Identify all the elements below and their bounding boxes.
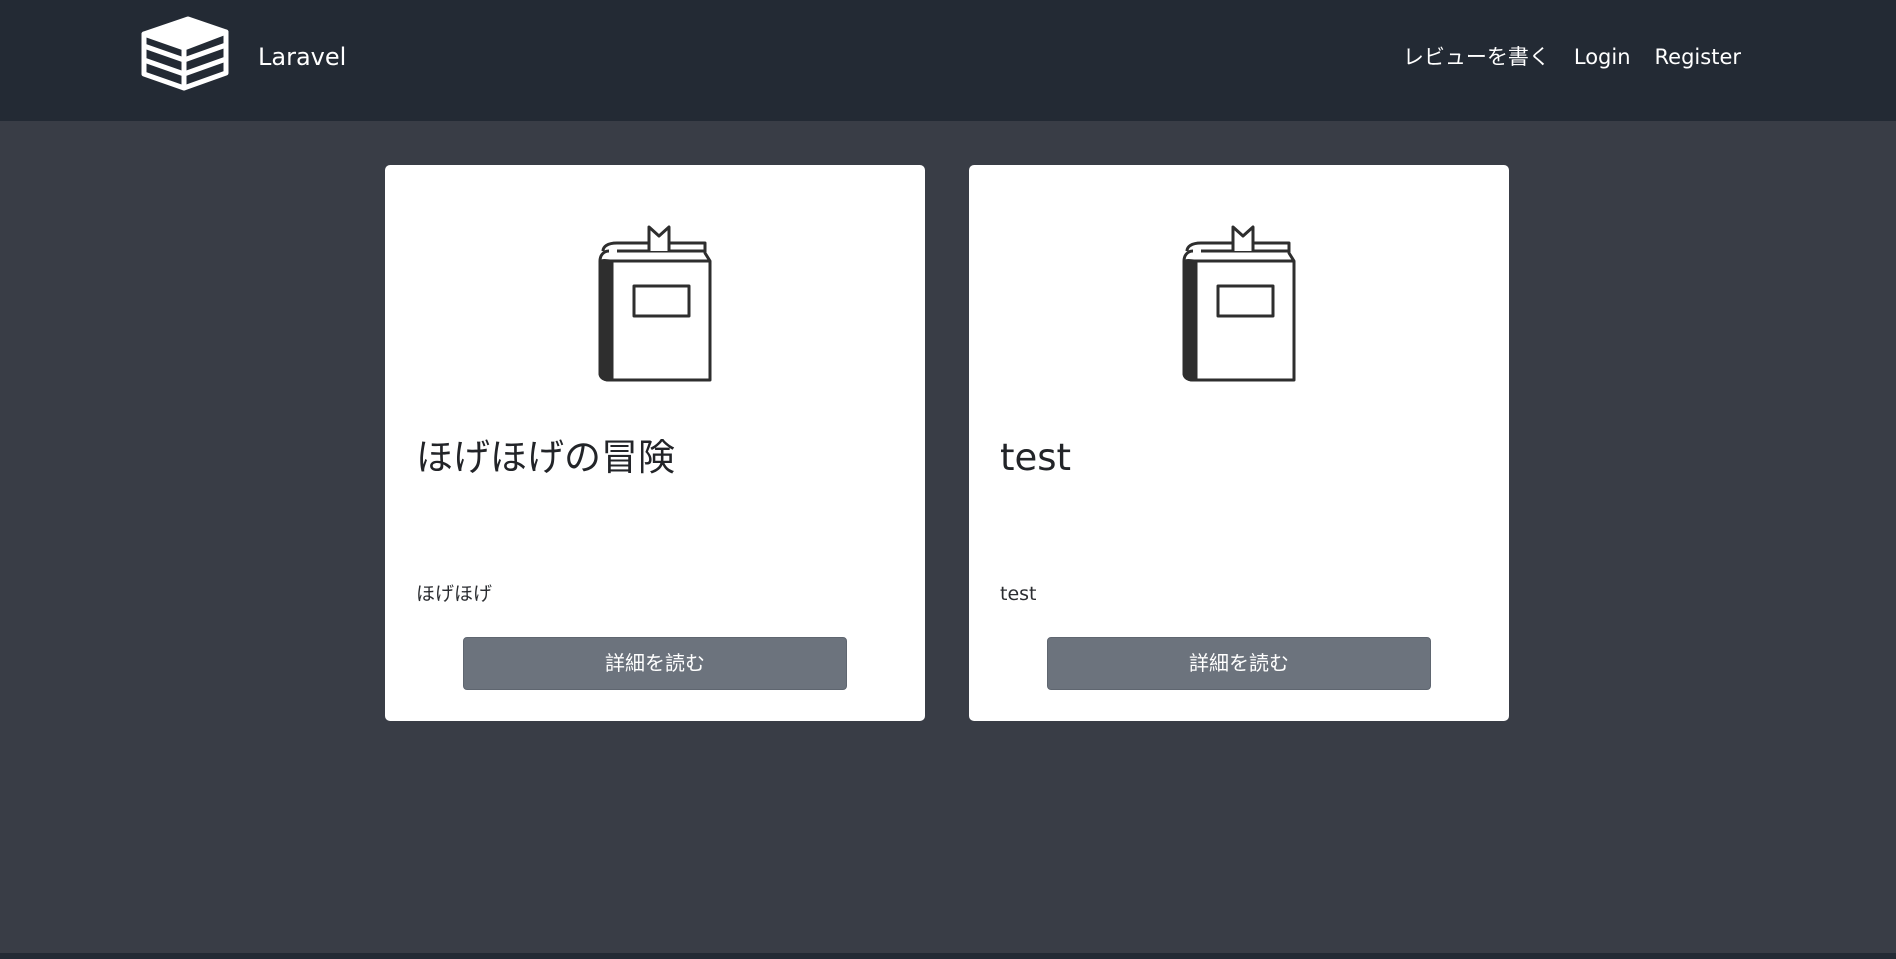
- book-icon: [598, 225, 712, 382]
- nav-register-link[interactable]: Register: [1655, 43, 1741, 71]
- read-details-button[interactable]: 詳細を読む: [1047, 637, 1431, 690]
- footer-strip: [0, 953, 1896, 959]
- nav-write-review-link[interactable]: レビューを書く: [1403, 43, 1550, 71]
- book-description: test: [1000, 583, 1037, 605]
- read-details-button[interactable]: 詳細を読む: [463, 637, 847, 690]
- navbar: Laravel レビューを書く Login Register: [0, 0, 1896, 121]
- books-stack-logo-icon[interactable]: [140, 16, 230, 100]
- book-description: ほげほげ: [416, 583, 493, 605]
- book-title: test: [1000, 436, 1072, 479]
- book-title: ほげほげの冒険: [416, 436, 675, 479]
- nav-login-link[interactable]: Login: [1574, 43, 1631, 71]
- book-card: ほげほげの冒険 ほげほげ 詳細を読む: [385, 165, 925, 721]
- nav-links: レビューを書く Login Register: [1403, 43, 1741, 71]
- book-icon: [1182, 225, 1296, 382]
- book-card: test test 詳細を読む: [969, 165, 1509, 721]
- brand-name-link[interactable]: Laravel: [258, 42, 346, 72]
